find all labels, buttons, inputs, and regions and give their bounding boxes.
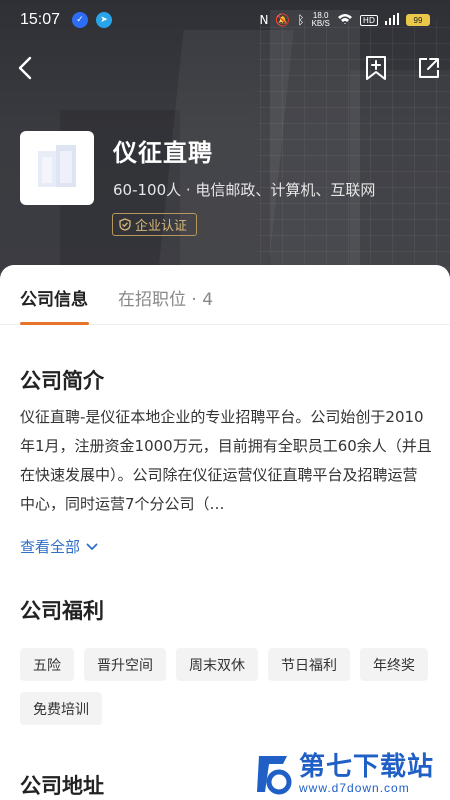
certification-badge: 企业认证: [112, 213, 198, 236]
tab-open-positions[interactable]: 在招职位 · 4: [118, 285, 213, 310]
active-tab-indicator: [20, 322, 89, 325]
benefits-title: 公司福利: [20, 599, 104, 623]
company-logo-icon: [38, 145, 76, 187]
address-title: 公司地址: [20, 774, 104, 798]
mute-icon: 🔕: [275, 13, 291, 27]
share-icon: [419, 58, 439, 78]
share-button[interactable]: [415, 54, 443, 82]
benefit-tag: 周末双休: [176, 648, 258, 681]
bluetooth-icon: ᛒ: [297, 13, 305, 27]
benefit-tags: 五险 晋升空间 周末双休 节日福利 年终奖 免费培训: [20, 648, 440, 725]
benefit-tag: 年终奖: [360, 648, 428, 681]
net-speed-unit: KB/S: [311, 19, 330, 28]
wifi-icon: [337, 13, 353, 28]
back-arrow-icon: [18, 56, 32, 80]
tab-bar: 公司信息 在招职位 · 4: [0, 265, 450, 325]
signal-icon: [385, 12, 399, 28]
view-all-label: 查看全部: [20, 538, 81, 556]
back-button[interactable]: [12, 54, 40, 82]
bookmark-button[interactable]: [362, 54, 390, 82]
bookmark-add-icon: [366, 56, 386, 80]
chevron-down-icon: [86, 543, 98, 550]
nfc-icon: N: [259, 13, 269, 27]
telegram-icon: ➤: [96, 12, 113, 28]
network-type: HD: [359, 14, 378, 26]
company-detail-sheet: 公司信息 在招职位 · 4 公司简介 仪征直聘-是仪征本地企业的专业招聘平台。公…: [0, 265, 450, 800]
shield-check-icon: [119, 218, 131, 231]
benefit-tag: 节日福利: [268, 648, 350, 681]
status-bar: 15:07 ✓ ➤ N 🔕 ᛒ 18.0 KB/S HD 99: [0, 0, 450, 40]
company-header: 15:07 ✓ ➤ N 🔕 ᛒ 18.0 KB/S HD 99 仪征直聘 60-…: [0, 0, 450, 300]
watermark-title: 第七下载站: [299, 752, 435, 782]
company-meta: 60-100人 · 电信邮政、计算机、互联网: [113, 181, 376, 199]
watermark-logo-icon: [257, 756, 292, 795]
status-time: 15:07: [20, 11, 61, 28]
view-all-button[interactable]: 查看全部: [20, 536, 98, 557]
company-name: 仪征直聘: [113, 139, 213, 167]
intro-title: 公司简介: [20, 369, 104, 393]
tab-company-info[interactable]: 公司信息: [20, 285, 88, 310]
company-logo: [20, 131, 94, 205]
intro-text: 仪征直聘-是仪征本地企业的专业招聘平台。公司始创于2010年1月，注册资金100…: [20, 408, 432, 513]
benefit-tag: 免费培训: [20, 692, 102, 725]
certification-label: 企业认证: [135, 219, 188, 234]
watermark-text: 第七下载站 www.d7down.com: [299, 753, 434, 795]
watermark-url: www.d7down.com: [299, 781, 410, 795]
watermark: 第七下载站 www.d7down.com: [255, 748, 450, 800]
benefit-tag: 晋升空间: [84, 648, 166, 681]
net-speed: 18.0 KB/S: [312, 12, 330, 28]
status-icons: N 🔕 ᛒ 18.0 KB/S HD 99: [259, 12, 430, 28]
notification-app-icon: ✓: [72, 12, 89, 28]
benefit-tag: 五险: [20, 648, 74, 681]
battery-icon: 99: [406, 14, 430, 26]
